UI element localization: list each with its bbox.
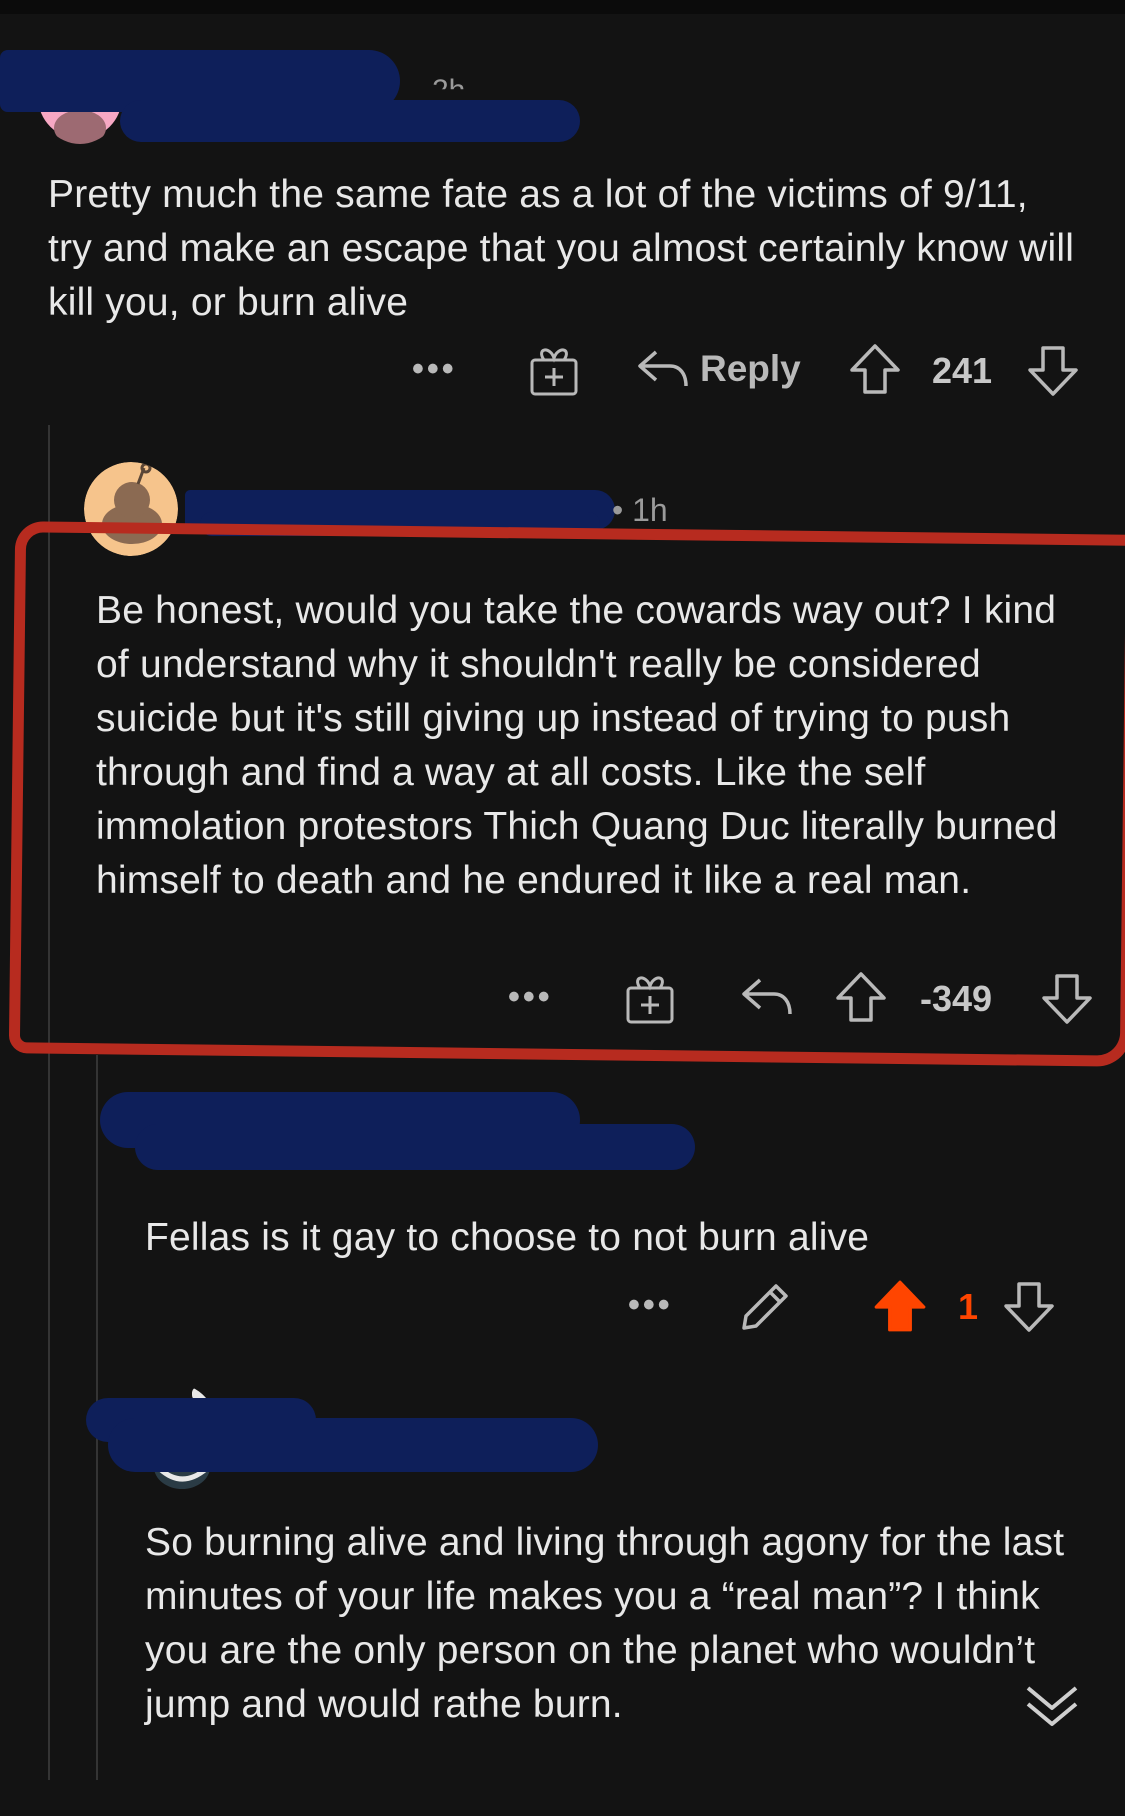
- vote-score: 1: [958, 1286, 979, 1327]
- comment-actions: ••• 1: [620, 1278, 1080, 1338]
- award-button[interactable]: [622, 970, 678, 1026]
- username-redaction: [120, 100, 580, 142]
- comment-actions: ••• Reply 241: [400, 342, 1100, 402]
- downvote-arrow-icon: [1028, 346, 1078, 396]
- upvote-arrow-icon: [850, 344, 900, 394]
- more-options-button[interactable]: •••: [628, 1286, 673, 1325]
- downvote-button[interactable]: [1002, 1280, 1056, 1334]
- gift-icon: [626, 976, 674, 1024]
- upvote-arrow-icon: [874, 1280, 926, 1332]
- downvote-button[interactable]: [1040, 972, 1094, 1026]
- username-redaction: [108, 1418, 598, 1472]
- reply-icon: [742, 978, 792, 1015]
- reply-label: Reply: [700, 348, 801, 389]
- avatar[interactable]: [84, 462, 178, 556]
- more-options-button[interactable]: •••: [412, 350, 457, 389]
- comment-timestamp: • 1h: [612, 492, 668, 528]
- downvote-arrow-icon: [1004, 1282, 1054, 1332]
- reply-icon: [638, 350, 688, 387]
- thread-line-level-1[interactable]: [48, 425, 50, 1780]
- upvote-button[interactable]: [872, 1278, 928, 1334]
- comment-body: Be honest, would you take the cowards wa…: [96, 589, 1058, 902]
- reply-button[interactable]: Reply: [636, 344, 801, 394]
- upvote-arrow-icon: [836, 972, 886, 1022]
- gift-icon: [530, 348, 578, 396]
- comment-thread-screen: 2h Pretty much the same fate as a lot of…: [0, 0, 1125, 1816]
- more-options-button[interactable]: •••: [508, 978, 553, 1017]
- status-strip: [0, 0, 1125, 14]
- collapse-thread-button[interactable]: [1024, 1682, 1080, 1730]
- upvote-button[interactable]: [834, 970, 888, 1024]
- comment-actions: ••• -349: [500, 970, 1100, 1030]
- reply-button[interactable]: [740, 972, 794, 1022]
- username-redaction: [135, 1124, 695, 1170]
- vote-score: 241: [932, 350, 993, 391]
- downvote-button[interactable]: [1026, 344, 1080, 398]
- chevron-down-icon: [1026, 1686, 1078, 1726]
- upvote-button[interactable]: [848, 342, 902, 396]
- pencil-icon: [742, 1284, 788, 1330]
- comment-body: Fellas is it gay to choose to not burn a…: [145, 1216, 870, 1259]
- username-redaction: [200, 512, 600, 536]
- comment-body: So burning alive and living through agon…: [145, 1521, 1065, 1726]
- award-button[interactable]: [526, 342, 582, 398]
- vote-score: -349: [920, 978, 993, 1019]
- comment-body: Pretty much the same fate as a lot of th…: [48, 173, 1075, 324]
- downvote-arrow-icon: [1042, 974, 1092, 1024]
- edit-button[interactable]: [736, 1278, 794, 1336]
